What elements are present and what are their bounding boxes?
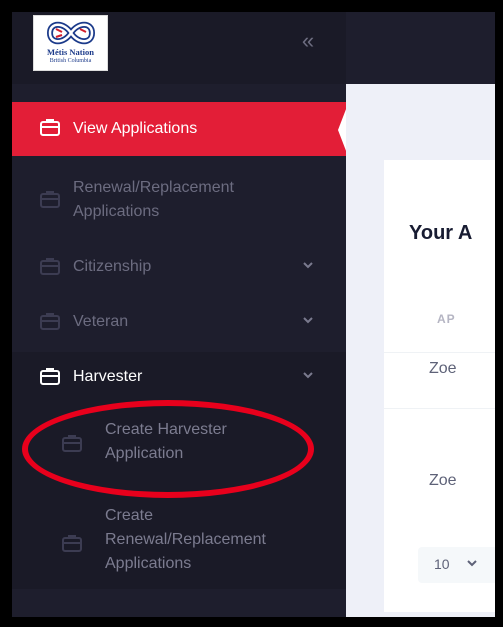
logo[interactable]: Métis Nation British Columbia [33, 15, 108, 71]
chevron-down-icon [302, 258, 314, 276]
table-row[interactable]: Zoe [429, 360, 457, 378]
sidebar-item-label: Applications [105, 555, 192, 572]
sidebar-item-label: Citizenship [73, 258, 152, 275]
sidebar-item-veteran[interactable]: Veteran [12, 307, 346, 337]
sidebar-item-label: Applications [73, 203, 160, 220]
main-content: Your A AP Zoe Zoe 10 [346, 12, 495, 617]
chevron-down-icon [302, 313, 314, 331]
sidebar-item-label: View Applications [73, 120, 198, 137]
app-window: Métis Nation British Columbia « View App… [0, 0, 503, 627]
logo-subtitle: British Columbia [49, 58, 92, 64]
chevron-down-icon [302, 368, 314, 386]
divider [384, 408, 495, 409]
sidebar-item-citizenship[interactable]: Citizenship [12, 252, 346, 282]
sidebar-subitem-create-harvester-application[interactable]: Create Harvester Application [12, 416, 346, 472]
briefcase-icon [62, 434, 82, 457]
chevron-down-icon [466, 553, 478, 572]
table-column-header[interactable]: AP [437, 312, 456, 326]
page-size-value: 10 [434, 556, 450, 572]
sidebar: Métis Nation British Columbia « View App… [12, 12, 348, 617]
sidebar-item-label: Application [105, 445, 184, 462]
table-row[interactable]: Zoe [429, 472, 457, 490]
briefcase-icon [40, 312, 60, 335]
sidebar-item-label: Create [105, 507, 154, 524]
sidebar-subitem-create-renewal-replacement[interactable]: Create Renewal/Replacement Applications [12, 504, 346, 582]
sidebar-item-harvester[interactable]: Harvester [12, 362, 346, 392]
sidebar-item-label: Create Harvester [105, 421, 227, 438]
sidebar-item-label: Renewal/Replacement [73, 179, 234, 196]
briefcase-icon [40, 118, 60, 141]
sidebar-item-label: Renewal/Replacement [105, 531, 266, 548]
sidebar-item-label: Harvester [73, 368, 143, 385]
sidebar-item-renewal-replacement[interactable]: Renewal/Replacement Applications [12, 172, 346, 228]
sidebar-item-label: Veteran [73, 313, 129, 330]
logo-title: Métis Nation [47, 47, 94, 57]
briefcase-icon [40, 367, 60, 390]
sidebar-item-view-applications[interactable]: View Applications [12, 102, 346, 156]
briefcase-icon [40, 190, 60, 213]
logo-infinity-icon [46, 21, 96, 45]
page-size-select[interactable]: 10 [418, 547, 495, 583]
briefcase-icon [40, 257, 60, 280]
double-chevron-left-icon[interactable]: « [296, 30, 320, 54]
page-title: Your A [409, 222, 473, 244]
divider [384, 352, 495, 353]
brand-header: Métis Nation British Columbia « [12, 12, 346, 84]
top-bar [346, 12, 495, 84]
briefcase-icon [62, 534, 82, 557]
